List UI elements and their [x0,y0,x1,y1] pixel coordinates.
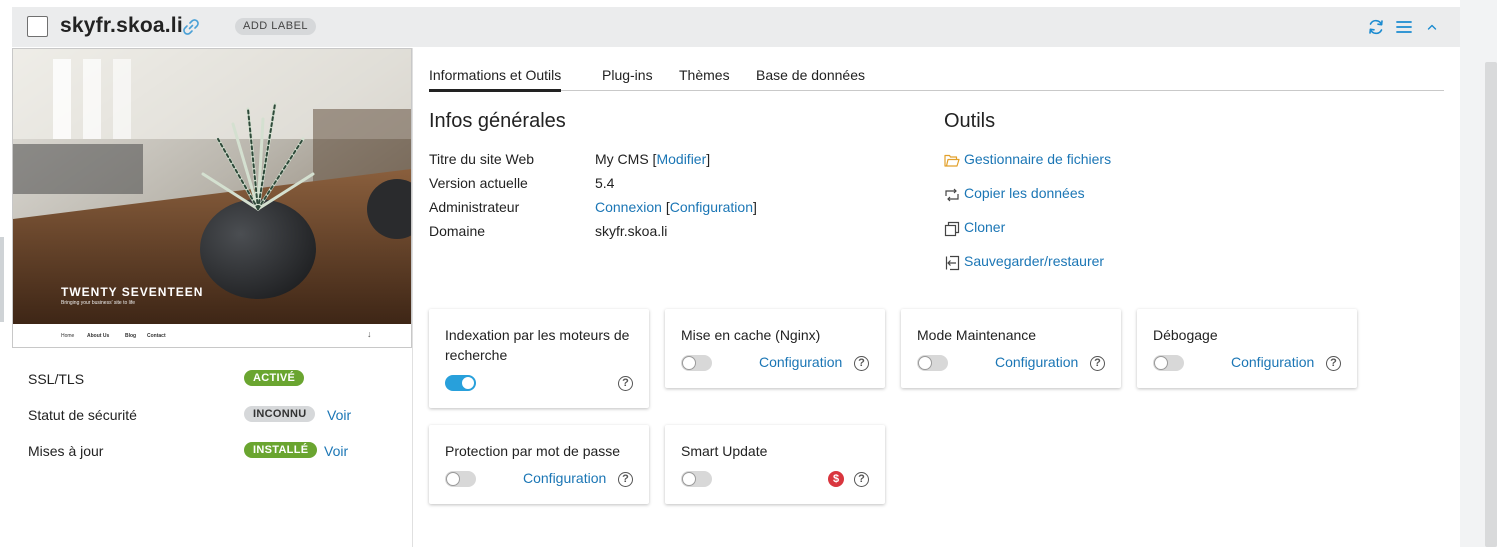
link-icon[interactable] [181,17,201,37]
clone-label: Cloner [964,219,1006,235]
maintenance-title: Mode Maintenance [917,327,1037,343]
add-label-button[interactable]: ADD LABEL [235,18,317,35]
info-section-title: Infos générales [429,110,566,132]
chevron-up-icon[interactable] [1423,18,1441,36]
version-value: 5.4 [595,175,615,191]
copy-data-icon [945,188,959,202]
nginx-cache-toggle[interactable] [681,355,712,371]
smart-update-toggle[interactable] [681,471,712,487]
domain-label: Domaine [429,223,486,239]
debug-title: Débogage [1153,327,1218,343]
paid-feature-icon: $ [828,471,844,487]
folder-icon [944,154,960,167]
updates-view-link[interactable]: Voir [324,440,348,462]
password-protection-config-link[interactable]: Configuration [523,470,606,486]
select-checkbox[interactable] [27,16,48,37]
search-indexing-toggle[interactable] [445,375,476,391]
backup-restore-label: Sauvegarder/restaurer [964,253,1105,269]
updates-label: Mises à jour [28,443,104,459]
ssl-status-badge: ACTIVÉ [244,370,305,386]
security-status-badge: INCONNU [244,406,316,422]
left-edge-handle [0,237,4,322]
preview-menu-home: Home [61,333,75,339]
theme-tagline: Bringing your business' site to life [61,300,136,306]
maintenance-tile: Mode Maintenance Configuration ? [901,309,1121,388]
site-title-value: My CMS [Modifier] [595,151,711,167]
site-title-label: Titre du site Web [429,151,535,167]
tab-database[interactable]: Base de données [756,67,865,83]
tab-info-tools[interactable]: Informations et Outils [429,67,562,92]
scrollbar[interactable] [1485,62,1497,547]
domain-card: skyfr.skoa.li ADD LABEL TWENTY SEVENTEEN… [12,7,1460,547]
help-icon[interactable]: ? [618,376,633,391]
search-indexing-tile: Indexation par les moteurs de recherche … [429,309,649,408]
ssl-label: SSL/TLS [28,371,85,387]
clone-icon [944,221,960,237]
password-protection-toggle[interactable] [445,471,476,487]
maintenance-config-link[interactable]: Configuration [995,354,1078,370]
admin-value: Connexion [Configuration] [595,199,757,215]
password-protection-tile: Protection par mot de passe Configuratio… [429,425,649,504]
help-icon[interactable]: ? [618,472,633,487]
preview-menu-contact: Contact [147,333,166,339]
theme-name: TWENTY SEVENTEEN [61,285,204,299]
domain-link[interactable]: skyfr.skoa.li [595,223,667,239]
preview-menu-blog: Blog [125,333,137,339]
login-link[interactable]: Connexion [595,199,662,215]
card-header: skyfr.skoa.li ADD LABEL [12,7,1460,47]
nginx-cache-tile: Mise en cache (Nginx) Configuration ? [665,309,885,388]
site-title-text: My CMS [595,151,649,167]
debug-config-link[interactable]: Configuration [1231,354,1314,370]
refresh-icon[interactable] [1367,18,1385,36]
updates-status-badge: INSTALLÉ [244,442,318,458]
tab-plugins[interactable]: Plug-ins [602,67,653,83]
debug-toggle[interactable] [1153,355,1184,371]
preview-menu-about: About Us [87,333,110,339]
nginx-cache-title: Mise en cache (Nginx) [681,327,821,343]
security-label: Statut de sécurité [28,407,137,423]
preview-down-arrow: ↓ [367,329,372,339]
admin-config-link[interactable]: Configuration [670,199,753,215]
smart-update-title: Smart Update [681,443,768,459]
maintenance-toggle[interactable] [917,355,948,371]
help-icon[interactable]: ? [1090,356,1105,371]
version-label: Version actuelle [429,175,528,191]
file-manager-label: Gestionnaire de fichiers [964,151,1112,167]
smart-update-tile: Smart Update $ ? [665,425,885,504]
column-divider [412,48,413,547]
copy-data-label: Copier les données [964,185,1085,201]
help-icon[interactable]: ? [854,356,869,371]
security-view-link[interactable]: Voir [327,404,351,426]
tools-section-title: Outils [944,110,996,132]
backup-icon [945,255,960,271]
tab-bar: Informations et Outils Plug-ins Thèmes B… [429,59,1444,92]
tab-themes[interactable]: Thèmes [679,67,730,83]
domain-title[interactable]: skyfr.skoa.li [60,14,183,38]
debug-tile: Débogage Configuration ? [1137,309,1357,388]
search-indexing-title: Indexation par les moteurs de recherche [445,327,630,363]
site-preview[interactable]: TWENTY SEVENTEEN Bringing your business'… [12,48,412,348]
admin-label: Administrateur [429,199,520,215]
help-icon[interactable]: ? [854,472,869,487]
nginx-cache-config-link[interactable]: Configuration [759,354,842,370]
help-icon[interactable]: ? [1326,356,1341,371]
menu-icon[interactable] [1395,18,1413,36]
password-protection-title: Protection par mot de passe [445,443,621,459]
edit-title-link[interactable]: Modifier [656,151,706,167]
